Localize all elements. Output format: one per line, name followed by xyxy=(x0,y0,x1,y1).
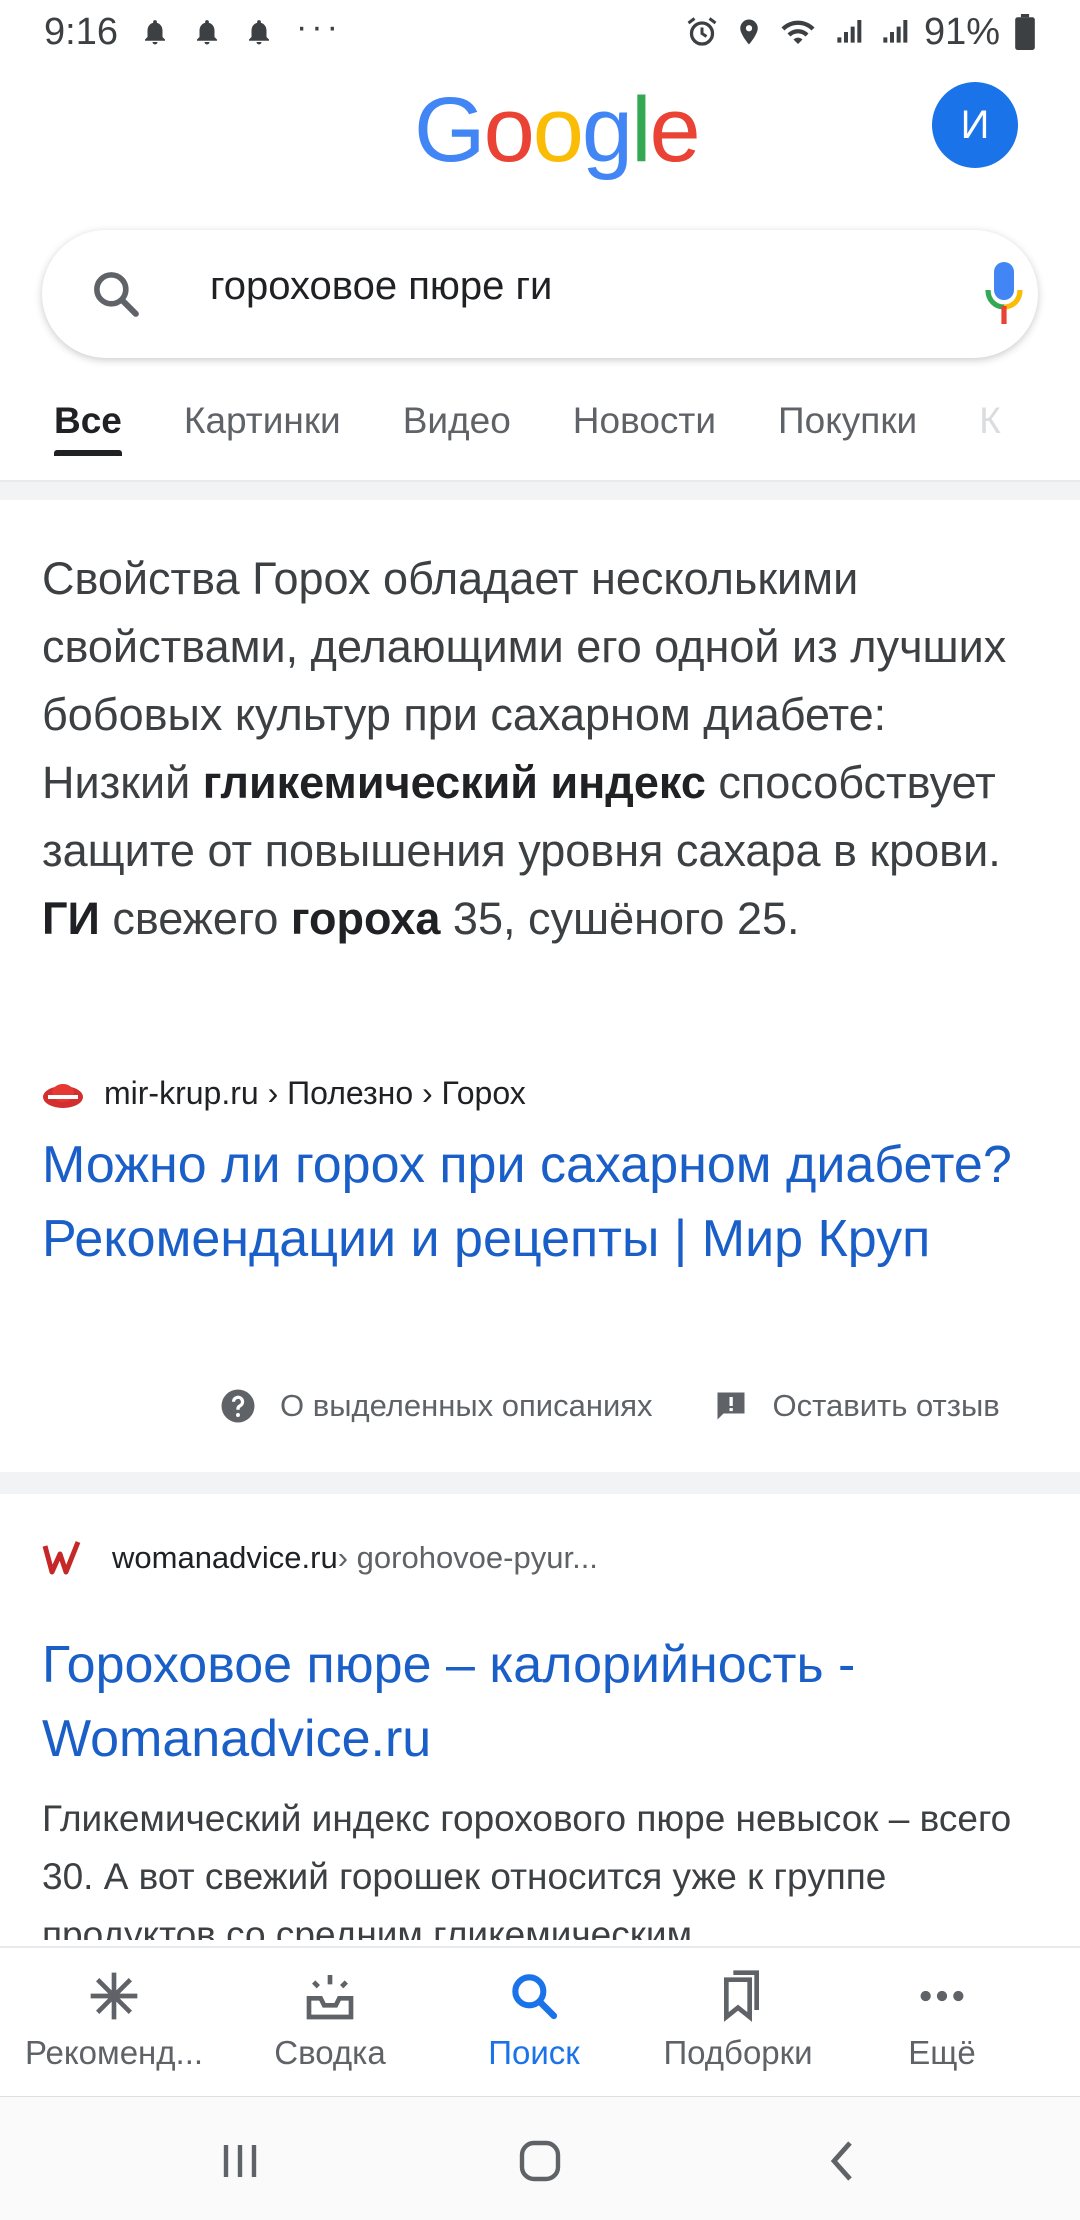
asterisk-icon xyxy=(90,1972,138,2020)
result-description: Гликемический индекс горохового пюре нев… xyxy=(42,1798,1012,1940)
nav-search[interactable]: Поиск xyxy=(432,1948,636,2096)
result-title-link[interactable]: Гороховое пюре – калорийность - Womanadv… xyxy=(42,1628,1052,1776)
source-breadcrumb: mir-krup.ru › Полезно › Горох xyxy=(104,1075,526,1111)
inbox-sunrise-icon xyxy=(306,1975,354,2020)
logo-letter: l xyxy=(631,79,652,181)
result-title-link[interactable]: Можно ли горох при сахарном диабете? Рек… xyxy=(42,1128,1052,1276)
battery-icon xyxy=(1015,14,1035,50)
womanadvice-favicon-icon xyxy=(42,1541,81,1575)
about-featured-snippets-link[interactable]: О выделенных описаниях xyxy=(280,1388,653,1424)
logo-letter: o xyxy=(483,79,535,181)
feedback-icon[interactable] xyxy=(713,1388,749,1424)
home-icon[interactable] xyxy=(516,2137,564,2185)
wifi-icon xyxy=(781,20,815,44)
search-tabs: Все Картинки Видео Новости Покупки К xyxy=(0,392,1080,480)
nav-label: Поиск xyxy=(488,2034,580,2071)
alarm-icon xyxy=(687,17,717,46)
logo-letter: g xyxy=(581,79,633,181)
logo-letter: o xyxy=(532,79,584,181)
result-source[interactable]: mir-krup.ru › Полезно › Горох xyxy=(42,1075,526,1112)
microphone-icon[interactable] xyxy=(984,260,1024,328)
more-dots-icon xyxy=(920,1990,964,2002)
logo-letter: e xyxy=(649,79,701,181)
notification-bell-icon xyxy=(196,20,217,45)
nav-label: Рекоменд... xyxy=(24,2034,204,2071)
notification-bell-icon xyxy=(248,20,269,45)
system-navigation-bar xyxy=(0,2096,1080,2220)
search-icon[interactable] xyxy=(88,266,144,322)
snippet-bold: гликемический индекс xyxy=(202,757,706,808)
nav-more[interactable]: Ещё xyxy=(840,1948,1044,2096)
tab-more[interactable]: К xyxy=(979,392,1001,442)
snippet-bold: гороха xyxy=(290,893,441,944)
bookmarks-icon xyxy=(724,1970,759,2022)
notification-bell-icon xyxy=(144,20,165,45)
recent-apps-icon[interactable] xyxy=(216,2137,264,2185)
nav-collections[interactable]: Подборки xyxy=(636,1948,840,2096)
account-avatar[interactable]: И xyxy=(932,82,1018,168)
section-divider xyxy=(0,482,1080,500)
back-icon[interactable] xyxy=(820,2137,868,2185)
snippet-text: 35, сушёного 25. xyxy=(440,893,800,944)
source-breadcrumb: › gorohovoe-pyur... xyxy=(337,1540,598,1575)
location-icon xyxy=(740,19,758,45)
search-bar[interactable]: гороховое пюре ги xyxy=(42,230,1038,358)
nav-label: Сводка xyxy=(274,2034,386,2071)
snippet-text: свежего xyxy=(99,893,291,944)
tab-news[interactable]: Новости xyxy=(573,392,716,442)
google-logo[interactable]: Google xyxy=(414,79,701,181)
clock: 9:16 xyxy=(44,10,118,53)
featured-snippet-text: Свойства Горох обладает несколькими свой… xyxy=(42,545,1042,953)
tab-shopping[interactable]: Покупки xyxy=(778,392,917,442)
source-domain: womanadvice.ru xyxy=(112,1540,338,1575)
result-source[interactable]: womanadvice.ru › gorohovoe-pyur... xyxy=(42,1538,598,1578)
signal-icon xyxy=(837,20,862,43)
nav-snapshot[interactable]: Сводка xyxy=(228,1948,432,2096)
tab-all[interactable]: Все xyxy=(54,392,122,456)
tab-images[interactable]: Картинки xyxy=(184,392,341,442)
mir-krup-favicon-icon xyxy=(43,1083,83,1108)
logo-letter: G xyxy=(414,79,486,181)
snippet-feedback-row: О выделенных описаниях Оставить отзыв xyxy=(220,1388,1000,1424)
leave-feedback-link[interactable]: Оставить отзыв xyxy=(773,1388,1000,1424)
battery-percent: 91% xyxy=(923,10,1000,53)
bottom-navigation: Рекоменд... Сводка Поиск Подборки Ещё xyxy=(0,1946,1080,2096)
section-divider xyxy=(0,1472,1080,1494)
search-icon xyxy=(512,1974,558,2020)
nav-label: Подборки xyxy=(663,2034,813,2071)
app-header: Google И xyxy=(0,64,1080,194)
signal-icon xyxy=(883,20,908,43)
snippet-bold: ГИ xyxy=(42,893,100,944)
search-input[interactable]: гороховое пюре ги xyxy=(210,264,552,309)
status-bar: 9:16 ··· 91% xyxy=(0,0,1080,64)
nav-discover[interactable]: Рекоменд... xyxy=(0,1948,228,2096)
more-notifications-indicator: ··· xyxy=(295,7,342,46)
help-icon[interactable] xyxy=(220,1388,256,1424)
tab-video[interactable]: Видео xyxy=(403,392,511,442)
nav-label: Ещё xyxy=(908,2034,976,2071)
